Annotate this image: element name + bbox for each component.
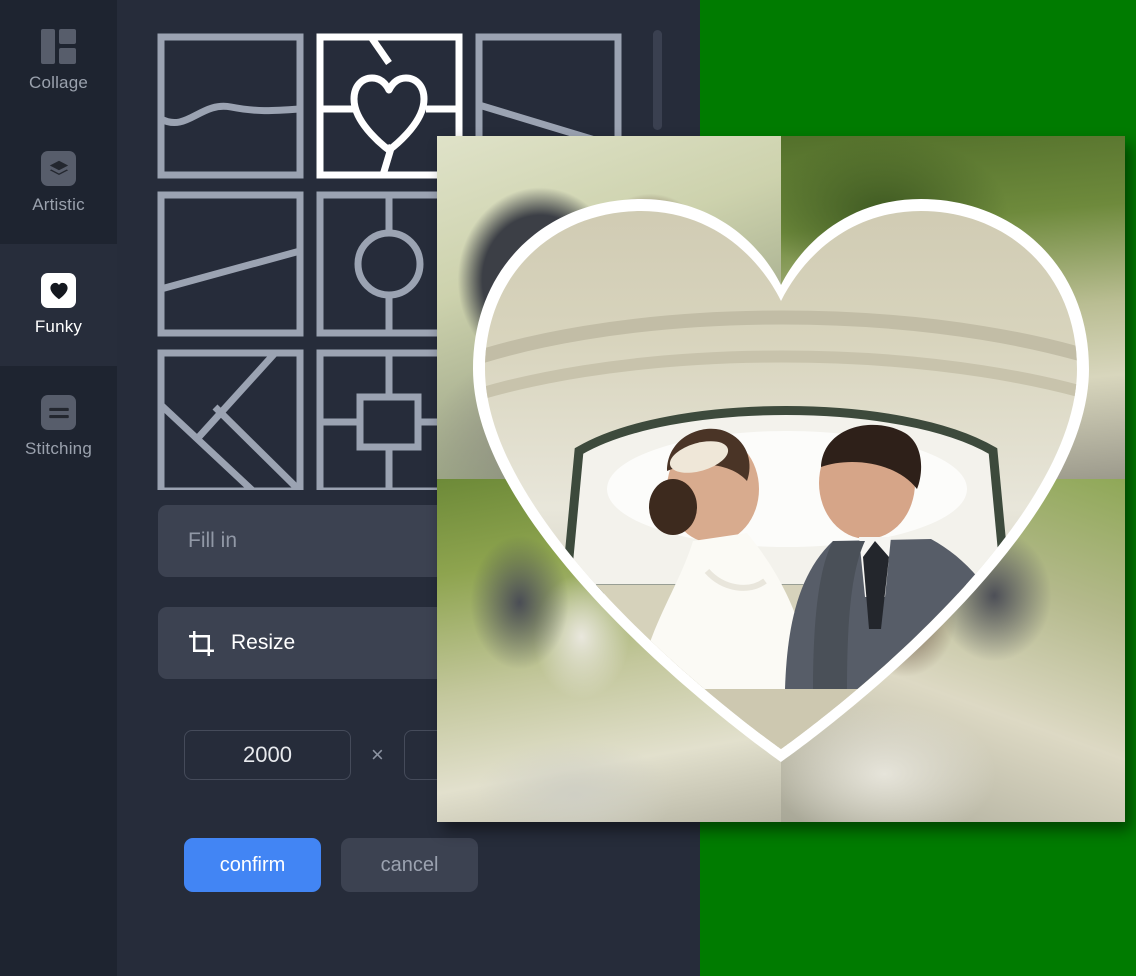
sidebar: Collage Artistic Funky Stitching [0,0,117,976]
template-scrollbar-thumb[interactable] [653,30,662,130]
sidebar-item-label: Collage [28,73,89,92]
template-thumb-wave-split[interactable] [157,33,304,179]
grid-layout-icon [41,29,76,64]
sidebar-item-collage[interactable]: Collage [0,0,117,122]
stacked-bars-icon [41,395,76,430]
sidebar-item-label: Funky [34,317,83,336]
heart-collage-preview[interactable] [437,136,1125,822]
dimension-separator: × [371,742,384,767]
heart-icon [41,273,76,308]
confirm-button[interactable]: confirm [184,838,321,892]
fill-in-placeholder: Fill in [188,529,238,552]
layers-icon [41,151,76,186]
cancel-button[interactable]: cancel [341,838,478,892]
sidebar-item-funky[interactable]: Funky [0,244,117,366]
resize-label: Resize [231,631,296,654]
sidebar-item-artistic[interactable]: Artistic [0,122,117,244]
template-thumb-triangle-fan[interactable] [157,349,304,490]
action-buttons: confirm cancel [184,838,478,892]
template-thumb-diagonal-band[interactable] [157,191,304,337]
sidebar-item-label: Artistic [32,195,85,214]
screenshot-root: Collage Artistic Funky Stitching Fill in… [0,0,1136,976]
crop-icon [188,630,215,657]
width-input[interactable]: 2000 [184,730,351,780]
heart-cutout-overlay[interactable] [461,189,1101,769]
sidebar-item-stitching[interactable]: Stitching [0,366,117,488]
sidebar-item-label: Stitching [24,439,92,458]
